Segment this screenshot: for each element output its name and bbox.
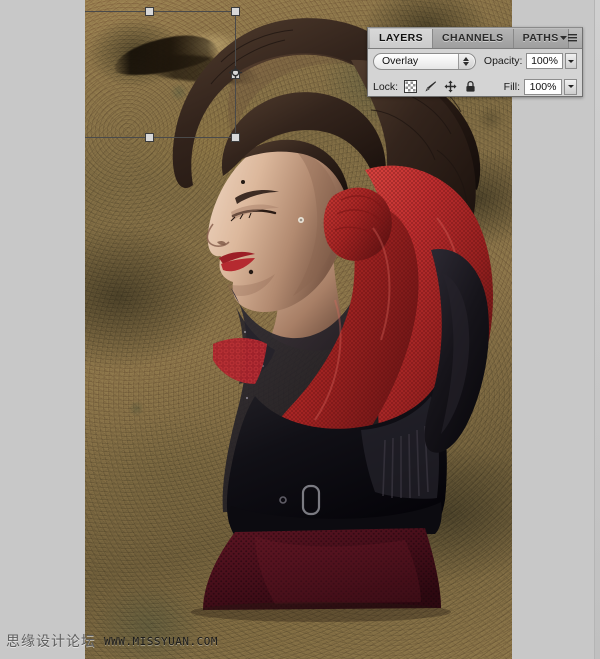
opacity-chevron-down-icon[interactable] [564,53,578,69]
workspace-right-edge [594,0,600,659]
fill-chevron-down-icon[interactable] [564,78,577,95]
transform-handle-bottom-center[interactable] [144,133,154,142]
blend-mode-dropdown[interactable]: Overlay [373,52,476,70]
fill-input[interactable]: 100% [524,78,562,95]
tab-layers[interactable]: LAYERS [370,29,434,48]
stepper-arrows-icon[interactable] [457,53,474,69]
panel-menu-icon[interactable] [558,31,578,45]
lock-label: Lock: [373,80,399,93]
lock-fill-row: Lock: Fill: 100% [368,73,582,99]
transform-handle-bottom-right[interactable] [231,133,240,142]
opacity-label: Opacity: [483,55,523,67]
transform-reference-point-icon[interactable] [229,66,242,79]
layers-panel[interactable]: LAYERS CHANNELS PATHS Overlay Opacity: 1… [367,27,583,97]
lock-all-padlock-icon[interactable] [464,80,477,93]
panel-tab-bar: LAYERS CHANNELS PATHS [368,28,582,49]
lock-icon-group [404,80,477,93]
transform-handle-top-center[interactable] [144,7,154,16]
opacity-input[interactable]: 100% [526,53,563,69]
tab-channels[interactable]: CHANNELS [433,29,514,48]
free-transform-bounding-box[interactable] [85,7,240,142]
lock-position-move-icon[interactable] [444,80,457,93]
fill-label: Fill: [503,80,520,93]
lock-transparent-pixels-icon[interactable] [404,80,418,93]
blend-opacity-row: Overlay Opacity: 100% [368,49,582,73]
lock-image-pixels-brush-icon[interactable] [424,80,437,93]
transform-handle-top-right[interactable] [231,7,240,16]
watermark-site-name: 思缘设计论坛 [6,634,96,650]
photoshop-workspace: LAYERS CHANNELS PATHS Overlay Opacity: 1… [0,0,600,659]
blend-mode-value: Overlay [382,55,419,67]
